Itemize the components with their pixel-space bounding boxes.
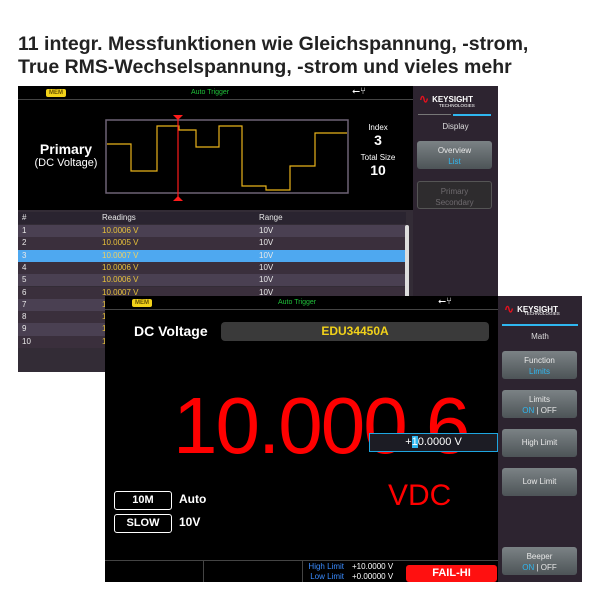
chart-frame: [105, 119, 349, 194]
row-index: 3: [22, 250, 27, 260]
fail-hi-indicator: FAIL-HI: [406, 565, 497, 582]
table-row[interactable]: 4 10.0006 V 10V: [18, 261, 406, 275]
total-size-label: Total Size: [360, 153, 396, 162]
row-index: 7: [22, 299, 27, 309]
high-limit-label: High Limit: [308, 562, 344, 571]
headline: 11 integr. Messfunktionen wie Gleichspan…: [18, 33, 528, 79]
trend-area: Primary (DC Voltage) Index 3 Total Size …: [18, 101, 413, 209]
overview-list-softkey[interactable]: Overview List: [417, 141, 492, 169]
trigger-status: Auto Trigger: [191, 89, 230, 96]
primary-secondary-softkey[interactable]: Primary Secondary: [417, 181, 492, 209]
index-value: 3: [374, 132, 382, 148]
status-bar: MEM Auto Trigger ⭠⑂: [18, 86, 413, 100]
limits-toggle-softkey[interactable]: Limits ON | OFF: [502, 390, 577, 418]
row-range: 10V: [259, 275, 274, 285]
row-reading: 10.0006 V: [102, 226, 139, 235]
range-mode: Auto: [179, 492, 207, 506]
high-limit-softkey[interactable]: High Limit: [502, 429, 577, 457]
table-row[interactable]: 5 10.0006 V 10V: [18, 274, 406, 287]
row-index: 2: [22, 238, 27, 248]
row-index: 10: [22, 336, 31, 346]
range-value: 10V: [179, 515, 201, 529]
row-range: 10V: [259, 250, 274, 260]
limit-value-input[interactable]: +10.0000 V: [369, 433, 498, 452]
row-index: 1: [22, 226, 27, 235]
row-reading: 10.0006 V: [102, 275, 139, 285]
impedance-badge[interactable]: 10M: [114, 491, 172, 510]
row-index: 9: [22, 324, 27, 334]
main-reading: 10.000 6: [173, 381, 470, 470]
mem-badge: MEM: [46, 89, 66, 97]
beeper-toggle-softkey[interactable]: Beeper ON | OFF: [502, 547, 577, 575]
mem-badge: MEM: [132, 299, 152, 307]
header-index: #: [22, 213, 27, 222]
row-range: 10V: [259, 262, 274, 272]
row-index: 4: [22, 262, 27, 272]
table-row[interactable]: 3 10.0007 V 10V: [18, 249, 406, 262]
row-range: 10V: [259, 238, 274, 248]
low-limit-softkey[interactable]: Low Limit: [502, 468, 577, 496]
low-limit-value: +0.00000 V: [352, 572, 394, 581]
cursor-bottom-marker: [173, 196, 183, 201]
function-label: DC Voltage: [134, 323, 208, 339]
header-readings: Readings: [102, 213, 136, 222]
index-label: Index: [368, 123, 388, 132]
trend-chart: [105, 115, 349, 201]
table-header: # Readings Range: [18, 212, 406, 225]
headline-line-2: True RMS-Wechselspannung, -strom und vie…: [18, 56, 512, 78]
model-label: EDU34450A: [221, 322, 489, 341]
menu-title: Display: [442, 122, 469, 131]
low-limit-label: Low Limit: [310, 572, 344, 581]
usb-icon: ⭠⑂: [438, 296, 452, 307]
row-reading: 10.0006 V: [102, 262, 139, 272]
row-index: 5: [22, 275, 27, 285]
status-bar: MEM Auto Trigger ⭠⑂: [105, 296, 498, 310]
primary-function: (DC Voltage): [34, 157, 98, 169]
primary-label: Primary: [39, 141, 93, 157]
header-range: Range: [259, 213, 283, 222]
table-row[interactable]: 1 10.0006 V 10V: [18, 225, 406, 238]
bottom-bar: High Limit Low Limit +10.0000 V +0.00000 V…: [105, 560, 498, 582]
trigger-status: Auto Trigger: [278, 299, 317, 306]
brand-sub: TECHNOLOGIES: [439, 103, 475, 108]
brand-sub: TECHNOLOGIES: [524, 311, 560, 316]
row-index: 6: [22, 287, 27, 297]
math-limits-screen: MEM Auto Trigger ⭠⑂ DC Voltage EDU34450A…: [105, 296, 582, 582]
high-limit-value: +10.0000 V: [352, 562, 394, 571]
softkey-panel: ∿ KEYSIGHT TECHNOLOGIES Math Function Limi…: [498, 296, 582, 582]
row-index: 8: [22, 312, 27, 322]
row-range: 10V: [259, 226, 274, 235]
row-reading: 10.0007 V: [102, 250, 139, 260]
table-row[interactable]: 2 10.0005 V 10V: [18, 237, 406, 250]
unit-label: VDC: [388, 479, 452, 512]
trace-line: [107, 125, 347, 191]
menu-title: Math: [531, 332, 549, 341]
speed-badge[interactable]: SLOW: [114, 514, 172, 533]
usb-icon: ⭠⑂: [352, 86, 366, 97]
row-reading: 10.0005 V: [102, 238, 139, 248]
headline-line-1: 11 integr. Messfunktionen wie Gleichspan…: [18, 33, 529, 55]
function-softkey[interactable]: Function Limits: [502, 351, 577, 379]
total-size-value: 10: [370, 162, 386, 178]
